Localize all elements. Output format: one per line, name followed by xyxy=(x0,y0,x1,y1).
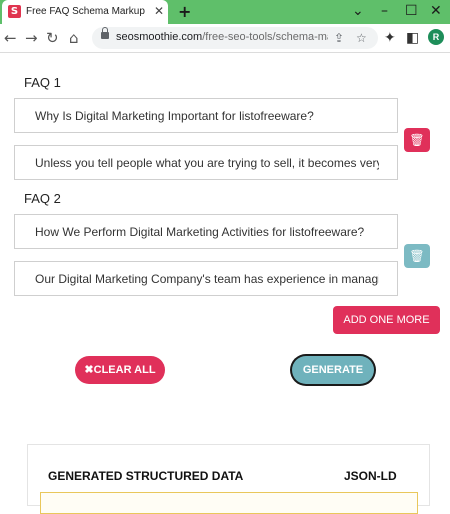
url-text: seosmoothie.com/free-seo-tools/schema-ma… xyxy=(116,31,328,43)
faq-2-question-input[interactable]: How We Perform Digital Marketing Activit… xyxy=(14,214,398,249)
back-arrow-icon[interactable]: ← xyxy=(4,29,17,47)
faq-2-label: FAQ 2 xyxy=(24,191,61,206)
address-bar[interactable]: seosmoothie.com/free-seo-tools/schema-ma… xyxy=(92,27,378,49)
tab-strip: S Free FAQ Schema Markup Gener ✕ + ⌄ – ☐… xyxy=(0,0,450,24)
tab-title: Free FAQ Schema Markup Gener xyxy=(26,6,146,17)
faq-1-label: FAQ 1 xyxy=(24,75,61,90)
bookmark-star-icon[interactable]: ☆ xyxy=(356,30,367,46)
add-one-more-button[interactable]: ADD ONE MORE xyxy=(333,306,440,334)
site-favicon-icon: S xyxy=(8,5,21,18)
profile-avatar[interactable]: R xyxy=(428,29,444,45)
faq-1-delete-button[interactable]: 🗑 xyxy=(404,128,430,152)
extensions-puzzle-icon[interactable]: ✦ xyxy=(384,29,396,47)
faq-2-delete-button[interactable]: 🗑 xyxy=(404,244,430,268)
new-tab-plus-icon[interactable]: + xyxy=(178,2,191,22)
side-panel-icon[interactable]: ◧ xyxy=(406,29,419,47)
faq-2-answer-value: Our Digital Marketing Company's team has… xyxy=(35,272,379,286)
result-title: GENERATED STRUCTURED DATA xyxy=(48,469,244,483)
lock-icon xyxy=(101,27,109,39)
reload-icon[interactable]: ↻ xyxy=(46,29,59,47)
faq-2-question-value: How We Perform Digital Marketing Activit… xyxy=(35,225,365,239)
faq-1-answer-value: Unless you tell people what you are tryi… xyxy=(35,156,379,170)
close-icon[interactable]: ✕ xyxy=(154,4,164,18)
result-format-label: JSON-LD xyxy=(344,469,397,483)
trash-icon: 🗑 xyxy=(409,249,425,263)
browser-toolbar: ← → ↻ ⌂ seosmoothie.com/free-seo-tools/s… xyxy=(0,24,450,53)
share-icon[interactable]: ⇪ xyxy=(334,30,344,46)
forward-arrow-icon[interactable]: → xyxy=(25,29,38,47)
clear-all-button[interactable]: ✖CLEAR ALL xyxy=(75,356,165,384)
faq-2-answer-input[interactable]: Our Digital Marketing Company's team has… xyxy=(14,261,398,296)
generate-button[interactable]: GENERATE xyxy=(292,356,374,384)
clear-x-icon: ✖ xyxy=(84,364,94,376)
json-ld-output[interactable] xyxy=(40,492,418,514)
trash-icon: 🗑 xyxy=(409,133,425,147)
faq-1-question-value: Why Is Digital Marketing Important for l… xyxy=(35,109,314,123)
window-close-icon[interactable]: ✕ xyxy=(430,2,442,20)
minimize-icon[interactable]: – xyxy=(381,2,388,20)
faq-1-answer-input[interactable]: Unless you tell people what you are tryi… xyxy=(14,145,398,180)
home-icon[interactable]: ⌂ xyxy=(69,29,79,47)
faq-1-question-input[interactable]: Why Is Digital Marketing Important for l… xyxy=(14,98,398,133)
chevron-down-icon[interactable]: ⌄ xyxy=(352,2,364,20)
browser-tab[interactable]: S Free FAQ Schema Markup Gener ✕ xyxy=(2,0,168,24)
maximize-icon[interactable]: ☐ xyxy=(405,2,418,20)
clear-all-label: CLEAR ALL xyxy=(93,364,156,376)
